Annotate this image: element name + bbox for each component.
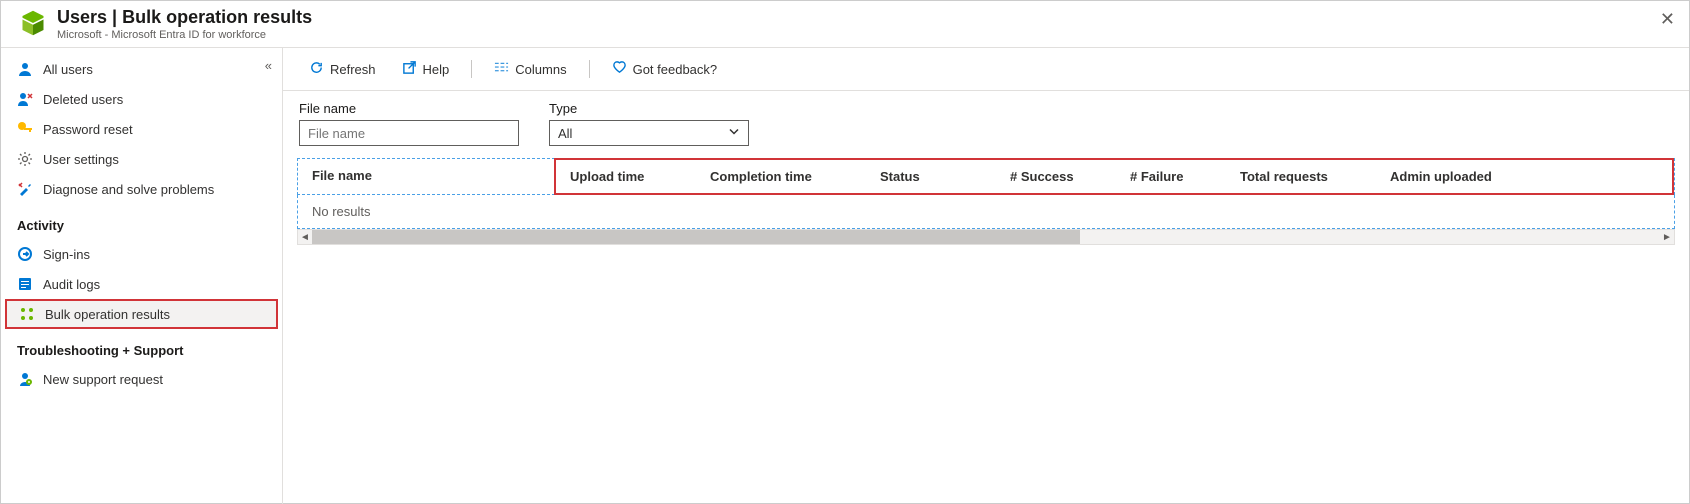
filter-file-name: File name bbox=[299, 101, 519, 146]
sidebar-section-troubleshoot: Troubleshooting + Support bbox=[1, 329, 282, 364]
user-x-icon bbox=[17, 91, 33, 107]
highlighted-columns: Upload time Completion time Status # Suc… bbox=[554, 158, 1674, 195]
toolbar-label: Columns bbox=[515, 62, 566, 77]
page-title: Users | Bulk operation results bbox=[57, 7, 312, 28]
feedback-button[interactable]: Got feedback? bbox=[602, 56, 728, 82]
file-name-input[interactable] bbox=[299, 120, 519, 146]
select-value: All bbox=[558, 126, 572, 141]
sidebar-item-support[interactable]: New support request bbox=[1, 364, 282, 394]
heart-icon bbox=[612, 60, 627, 78]
sidebar-item-password-reset[interactable]: Password reset bbox=[1, 114, 282, 144]
sidebar-item-signins[interactable]: Sign-ins bbox=[1, 239, 282, 269]
sidebar-item-label: User settings bbox=[43, 152, 119, 167]
sidebar-item-diagnose[interactable]: Diagnose and solve problems bbox=[1, 174, 282, 204]
table-header-row: File name Upload time Completion time St… bbox=[297, 158, 1675, 195]
sidebar-item-audit-logs[interactable]: Audit logs bbox=[1, 269, 282, 299]
product-logo-icon bbox=[19, 9, 47, 37]
table-empty-state: No results bbox=[297, 195, 1675, 229]
filter-type: Type All bbox=[549, 101, 749, 146]
key-icon bbox=[17, 121, 33, 137]
column-header-admin[interactable]: Admin uploaded bbox=[1376, 160, 1672, 193]
scroll-thumb[interactable] bbox=[312, 230, 1080, 244]
header-text: Users | Bulk operation results Microsoft… bbox=[57, 7, 312, 41]
sidebar-item-label: All users bbox=[43, 62, 93, 77]
sidebar: « All users Deleted users Password reset… bbox=[1, 48, 283, 504]
toolbar-label: Help bbox=[423, 62, 450, 77]
sidebar-item-label: Sign-ins bbox=[43, 247, 90, 262]
main-content: Refresh Help Columns Got feedback? File … bbox=[283, 48, 1689, 504]
scroll-left-icon: ◄ bbox=[298, 232, 312, 243]
filters-bar: File name Type All bbox=[283, 91, 1689, 158]
column-header-completion-time[interactable]: Completion time bbox=[696, 160, 866, 193]
sidebar-item-label: Bulk operation results bbox=[45, 307, 170, 322]
filter-label: Type bbox=[549, 101, 749, 116]
column-header-upload-time[interactable]: Upload time bbox=[556, 160, 696, 193]
page-subtitle: Microsoft - Microsoft Entra ID for workf… bbox=[57, 29, 312, 41]
sidebar-item-bulk-results[interactable]: Bulk operation results bbox=[5, 299, 278, 329]
type-select[interactable]: All bbox=[549, 120, 749, 146]
toolbar: Refresh Help Columns Got feedback? bbox=[283, 48, 1689, 91]
refresh-icon bbox=[309, 60, 324, 78]
external-link-icon bbox=[402, 60, 417, 78]
column-header-success[interactable]: # Success bbox=[996, 160, 1116, 193]
filter-label: File name bbox=[299, 101, 519, 116]
sidebar-item-all-users[interactable]: All users bbox=[1, 54, 282, 84]
log-icon bbox=[17, 276, 33, 292]
column-header-status[interactable]: Status bbox=[866, 160, 996, 193]
page-header: Users | Bulk operation results Microsoft… bbox=[1, 1, 1689, 48]
scroll-track bbox=[312, 230, 1660, 244]
sidebar-item-label: New support request bbox=[43, 372, 163, 387]
toolbar-separator bbox=[589, 60, 590, 78]
sidebar-section-activity: Activity bbox=[1, 204, 282, 239]
close-button[interactable]: ✕ bbox=[1660, 9, 1675, 30]
column-header-failure[interactable]: # Failure bbox=[1116, 160, 1226, 193]
sidebar-item-label: Deleted users bbox=[43, 92, 123, 107]
results-table: File name Upload time Completion time St… bbox=[297, 158, 1675, 229]
scroll-right-icon: ► bbox=[1660, 232, 1674, 243]
support-icon bbox=[17, 371, 33, 387]
toolbar-label: Refresh bbox=[330, 62, 376, 77]
column-header-file-name[interactable]: File name bbox=[298, 159, 554, 194]
help-button[interactable]: Help bbox=[392, 56, 460, 82]
tools-icon bbox=[17, 181, 33, 197]
gear-icon bbox=[17, 151, 33, 167]
toolbar-label: Got feedback? bbox=[633, 62, 718, 77]
columns-button[interactable]: Columns bbox=[484, 56, 576, 82]
refresh-button[interactable]: Refresh bbox=[299, 56, 386, 82]
toolbar-separator bbox=[471, 60, 472, 78]
bulk-icon bbox=[19, 306, 35, 322]
sidebar-item-user-settings[interactable]: User settings bbox=[1, 144, 282, 174]
close-icon: ✕ bbox=[1660, 9, 1675, 29]
sidebar-item-label: Diagnose and solve problems bbox=[43, 182, 214, 197]
sidebar-item-label: Password reset bbox=[43, 122, 133, 137]
columns-icon bbox=[494, 60, 509, 78]
chevron-left-icon: « bbox=[265, 58, 272, 73]
collapse-sidebar-button[interactable]: « bbox=[265, 58, 272, 73]
column-header-total[interactable]: Total requests bbox=[1226, 160, 1376, 193]
chevron-down-icon bbox=[728, 126, 740, 141]
sidebar-item-deleted-users[interactable]: Deleted users bbox=[1, 84, 282, 114]
signin-icon bbox=[17, 246, 33, 262]
user-icon bbox=[17, 61, 33, 77]
sidebar-item-label: Audit logs bbox=[43, 277, 100, 292]
horizontal-scrollbar[interactable]: ◄ ► bbox=[297, 229, 1675, 245]
